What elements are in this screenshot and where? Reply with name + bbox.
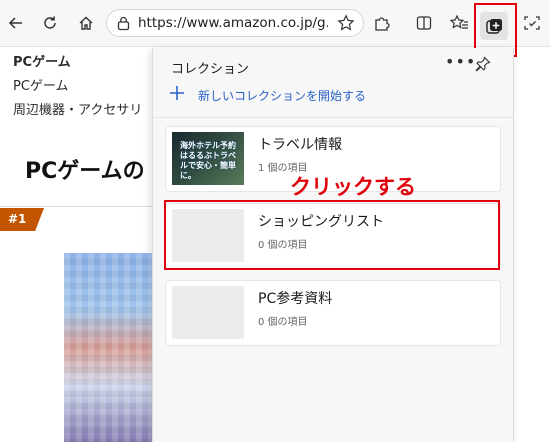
page-title: PCゲームの xyxy=(25,159,145,184)
back-arrow-icon[interactable] xyxy=(2,9,30,37)
collection-count: 0 個の項目 xyxy=(258,317,308,328)
browser-toolbar: https://www.amazon.co.jp/g... xyxy=(0,0,550,47)
panel-divider xyxy=(153,117,513,118)
collection-name: トラベル情報 xyxy=(258,137,342,153)
lock-icon[interactable] xyxy=(117,16,130,35)
address-bar[interactable]: https://www.amazon.co.jp/g... xyxy=(106,9,364,37)
collection-thumbnail xyxy=(172,286,244,339)
screenshot-icon[interactable] xyxy=(518,9,546,37)
thumbnail-text: 海外ホテル予約はるるぶトラベルで安心・簡単に。 xyxy=(180,141,236,180)
collection-thumbnail: 海外ホテル予約はるるぶトラベルで安心・簡単に。 xyxy=(172,132,244,185)
puzzle-icon[interactable] xyxy=(368,9,396,37)
collection-card-pc-reference[interactable]: PC参考資料 0 個の項目 xyxy=(165,280,501,346)
divider xyxy=(0,206,160,207)
new-collection-label: 新しいコレクションを開始する xyxy=(198,89,367,103)
split-screen-icon[interactable] xyxy=(410,9,438,37)
product-image[interactable] xyxy=(64,253,154,442)
pin-icon[interactable] xyxy=(475,56,491,76)
favorites-icon[interactable] xyxy=(445,9,473,37)
home-icon[interactable] xyxy=(72,9,100,37)
shopping-card-highlight-box xyxy=(164,200,500,270)
collection-name: PC参考資料 xyxy=(258,291,333,307)
rank-badge: #1 xyxy=(0,208,44,231)
refresh-icon[interactable] xyxy=(36,9,64,37)
url-text[interactable]: https://www.amazon.co.jp/g... xyxy=(138,15,328,31)
panel-title: コレクション xyxy=(171,62,250,77)
page-heading-small: PCゲーム xyxy=(13,55,71,70)
click-annotation: クリックする xyxy=(290,175,416,199)
more-options-icon[interactable]: ••• xyxy=(445,52,476,71)
category-link-accessories[interactable]: 周辺機器・アクセサリ xyxy=(13,99,142,118)
category-link-pc-games[interactable]: PCゲーム xyxy=(13,75,69,94)
new-collection-button[interactable]: 新しいコレクションを開始する xyxy=(169,85,366,106)
plus-icon xyxy=(169,85,187,106)
star-icon[interactable] xyxy=(337,14,355,36)
